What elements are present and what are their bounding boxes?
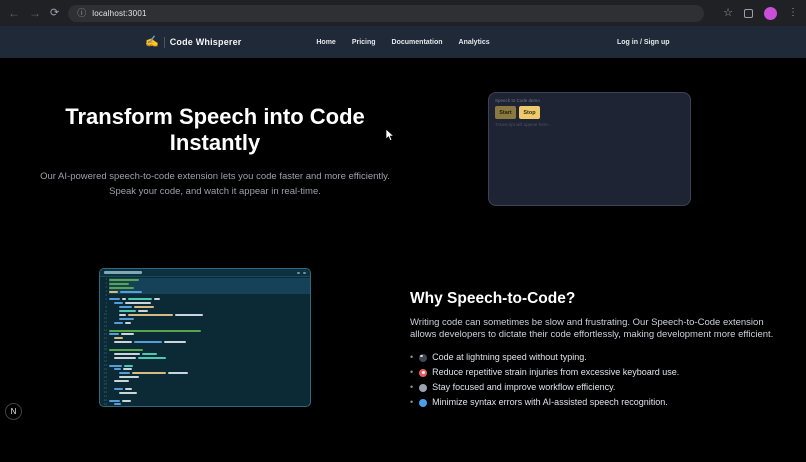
code-line: 34 xyxy=(100,406,310,407)
chrome-actions: ☆ ⋮ xyxy=(723,6,798,20)
writing-hand-logo-icon: ✍ xyxy=(145,35,159,48)
why-paragraph: Writing code can sometimes be slow and f… xyxy=(410,317,774,341)
target-icon xyxy=(419,368,428,377)
nav-link-documentation[interactable]: Documentation xyxy=(392,39,443,46)
nav-link-pricing[interactable]: Pricing xyxy=(352,39,376,46)
hero-title: Transform Speech into Code Instantly xyxy=(65,104,365,155)
profile-avatar[interactable] xyxy=(764,6,777,20)
editor-code: 1 2 3 4 5 6 7 8 9 10 11 12 13 14 15 16 17 18 19 20 21 22 23 24 2… xyxy=(100,277,310,407)
benefit-item: • Stay focused and improve workflow effi… xyxy=(410,382,782,394)
bullet-dot: • xyxy=(410,366,414,377)
benefit-text: Reduce repetitive strain injuries from e… xyxy=(432,366,680,377)
magnifier-icon xyxy=(419,399,428,408)
bullet-dot: • xyxy=(410,351,414,362)
brand[interactable]: ✍ Code Whisperer xyxy=(145,26,242,58)
back-icon[interactable]: ← xyxy=(8,7,20,19)
page-body: Transform Speech into Code Instantly Our… xyxy=(0,58,806,462)
benefit-item: • Minimize syntax errors with AI-assiste… xyxy=(410,397,782,409)
lightning-icon xyxy=(419,353,428,362)
bookmark-star-icon[interactable]: ☆ xyxy=(723,7,733,19)
demo-buttons: Start Stop xyxy=(495,106,684,119)
demo-hint: Transcript will appear here... xyxy=(495,122,552,127)
editor-file-tab xyxy=(104,271,142,274)
url-text: localhost:3001 xyxy=(92,8,147,18)
benefit-text: Minimize syntax errors with AI-assisted … xyxy=(432,397,668,408)
site-info-icon[interactable]: ⓘ xyxy=(77,8,86,18)
demo-label: Speech to Code demo xyxy=(495,98,540,103)
stop-button[interactable]: Stop xyxy=(519,106,540,119)
address-bar[interactable]: ⓘ localhost:3001 xyxy=(68,4,705,22)
benefit-item: • Reduce repetitive strain injuries from… xyxy=(410,367,782,379)
nav-link-analytics[interactable]: Analytics xyxy=(459,39,490,46)
bullet-dot: • xyxy=(410,397,414,408)
hero-subtitle: Our AI-powered speech-to-code extension … xyxy=(40,170,390,197)
why-section: Why Speech-to-Code? Writing code can som… xyxy=(410,290,782,412)
browser-toolbar: ← → ⟳ ⓘ localhost:3001 ☆ ⋮ xyxy=(0,0,806,26)
tools-icon xyxy=(419,383,428,392)
editor-window-icons xyxy=(297,271,306,274)
editor-tab-bar xyxy=(100,269,310,277)
benefit-text: Code at lightning speed without typing. xyxy=(432,351,587,362)
editor-screenshot: 1 2 3 4 5 6 7 8 9 10 11 12 13 14 15 16 17 18 19 20 21 22 23 24 2… xyxy=(99,268,311,407)
benefit-list: • Code at lightning speed without typing… xyxy=(410,352,782,409)
nav-link-home[interactable]: Home xyxy=(316,39,335,46)
benefit-item: • Code at lightning speed without typing… xyxy=(410,352,782,364)
why-heading: Why Speech-to-Code? xyxy=(410,290,576,307)
bullet-dot: • xyxy=(410,382,414,393)
brand-divider xyxy=(163,36,165,48)
browser-menu-icon[interactable]: ⋮ xyxy=(788,8,798,18)
brand-name: Code Whisperer xyxy=(169,37,242,47)
login-signup-link[interactable]: Log in / Sign up xyxy=(617,26,670,58)
benefit-text: Stay focused and improve workflow effici… xyxy=(432,382,616,393)
demo-panel: Speech to Code demo Start Stop Transcrip… xyxy=(488,92,691,206)
forward-icon[interactable]: → xyxy=(29,7,41,19)
reload-icon[interactable]: ⟳ xyxy=(50,7,59,19)
nav-links: Home Pricing Documentation Analytics xyxy=(316,26,489,58)
side-panel-icon[interactable] xyxy=(744,8,753,18)
site-navbar: ✍ Code Whisperer Home Pricing Documentat… xyxy=(0,26,806,58)
start-button[interactable]: Start xyxy=(495,106,516,119)
hero-section: Transform Speech into Code Instantly Our… xyxy=(30,104,400,199)
nextjs-dev-badge[interactable]: N xyxy=(5,403,22,420)
